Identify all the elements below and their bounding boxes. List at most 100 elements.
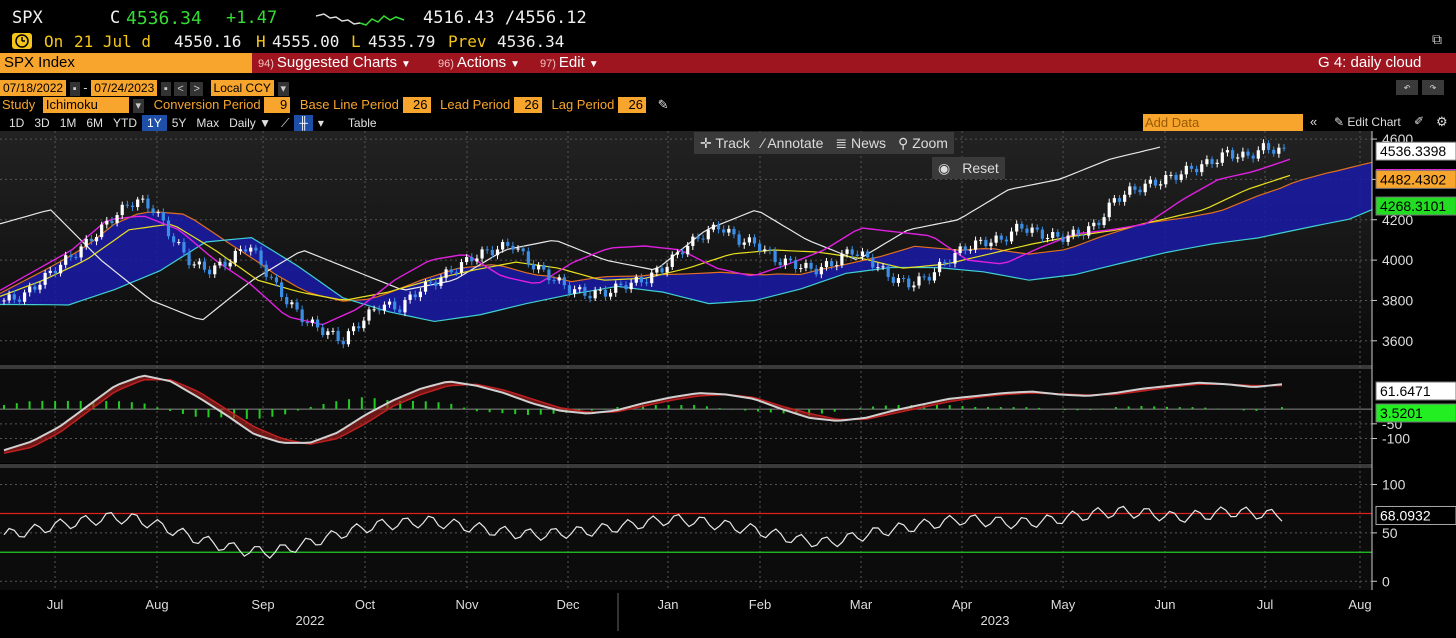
x-tick-label: Aug	[145, 597, 168, 612]
table-button[interactable]: Table	[343, 115, 382, 131]
candle-body	[670, 254, 674, 267]
candle-body	[1015, 223, 1019, 232]
study-select[interactable]: Ichimoku	[42, 97, 129, 113]
candle-body	[1071, 229, 1075, 236]
rsi-last-label: 68.0932	[1380, 507, 1431, 523]
candle-chart-icon[interactable]: ╫	[294, 115, 313, 131]
candle-body	[922, 276, 926, 278]
news-button[interactable]: ≣ News	[829, 135, 892, 151]
chart-area[interactable]: 360038004000420044004600-100-50050100 Ju…	[0, 131, 1456, 638]
redo-icon[interactable]: ↷	[1422, 80, 1444, 95]
x-tick-label: Aug	[1348, 597, 1371, 612]
period-ytd[interactable]: YTD	[108, 115, 142, 131]
line-chart-icon[interactable]: ⟋	[276, 115, 294, 131]
calendar-icon[interactable]: ▪	[69, 82, 80, 96]
candle-body	[794, 260, 798, 269]
add-data-input[interactable]: Add Data	[1143, 114, 1303, 131]
candle-body	[100, 224, 104, 238]
candle-body	[835, 265, 839, 267]
caret-down-icon[interactable]: ▾	[132, 99, 145, 113]
period-1y[interactable]: 1Y	[142, 115, 167, 131]
y-tick-label: 4000	[1382, 252, 1413, 268]
candle-body	[562, 277, 566, 286]
candle-body	[608, 292, 613, 297]
candle-body	[845, 249, 849, 254]
period-3d[interactable]: 3D	[29, 115, 54, 131]
candle-body	[953, 253, 957, 264]
panel-divider[interactable]	[0, 365, 1372, 369]
calendar-icon[interactable]: ▪	[160, 82, 171, 96]
candle-body	[156, 212, 160, 214]
edit-pencil-icon[interactable]: ✐	[1414, 114, 1424, 128]
candle-body	[480, 249, 484, 259]
candle-body	[1277, 147, 1281, 154]
candle-body	[804, 262, 808, 269]
candle-body	[907, 278, 911, 288]
price-change: +1.47	[226, 8, 278, 28]
pencil-icon[interactable]: ✎	[658, 97, 669, 112]
candle-body	[1189, 165, 1194, 169]
start-date-input[interactable]: 07/18/2022	[0, 80, 67, 96]
candle-body	[1128, 186, 1132, 195]
candle-body	[48, 270, 52, 273]
candle-body	[408, 294, 412, 300]
period-1d[interactable]: 1D	[4, 115, 29, 131]
candle-body	[778, 262, 782, 266]
candle-body	[644, 282, 649, 284]
candle-body	[146, 198, 150, 209]
prev-price: 4536.34	[497, 32, 565, 51]
candle-body	[459, 262, 464, 273]
track-button[interactable]: ✛ Track	[694, 135, 756, 151]
candle-body	[737, 234, 741, 245]
candle-body	[1220, 152, 1224, 163]
candle-body	[614, 283, 618, 293]
candle-body	[973, 240, 978, 250]
lead-input[interactable]: 26	[513, 97, 542, 113]
edit-chart-button[interactable]: ✎ Edit Chart	[1334, 115, 1401, 129]
chart-type-caret-icon[interactable]: ▾	[313, 115, 329, 131]
period-5y[interactable]: 5Y	[167, 115, 192, 131]
candle-body	[115, 215, 119, 224]
ticker-symbol[interactable]: SPX	[12, 8, 43, 28]
base-input[interactable]: 26	[402, 97, 431, 113]
period-max[interactable]: Max	[191, 115, 224, 131]
candle-body	[680, 252, 685, 255]
settings-gear-icon[interactable]: ⚙	[1436, 114, 1448, 130]
candle-body	[1138, 189, 1142, 193]
candle-body	[331, 330, 335, 332]
suggested-charts-menu[interactable]: 94) Suggested Charts ▼	[258, 53, 411, 73]
annotate-button[interactable]: ∕ Annotate	[756, 135, 830, 151]
candle-body	[223, 261, 227, 267]
panel-divider[interactable]	[0, 464, 1372, 468]
collapse-icon[interactable]: «	[1310, 114, 1317, 129]
x-tick-label: Apr	[952, 597, 973, 612]
candle-body	[1112, 198, 1116, 203]
currency-select[interactable]: Local CCY	[210, 80, 274, 96]
reset-button[interactable]: ◉ Reset	[932, 157, 1005, 179]
low-price: 4535.79	[368, 32, 436, 51]
actions-menu[interactable]: 96) Actions ▼	[438, 53, 520, 73]
candle-body	[393, 301, 397, 310]
rsi-y-tick-label: 100	[1382, 477, 1406, 493]
prev-period-icon[interactable]: <	[174, 82, 187, 96]
conversion-input[interactable]: 9	[264, 97, 291, 113]
next-period-icon[interactable]: >	[190, 82, 203, 96]
zoom-button[interactable]: ⚲ Zoom	[892, 135, 954, 151]
period-6m[interactable]: 6M	[81, 115, 108, 131]
candle-body	[655, 268, 659, 273]
lag-input[interactable]: 26	[618, 97, 647, 113]
candle-body	[418, 291, 422, 298]
cloud-bottom-label: 4268.3101	[1380, 198, 1446, 214]
popout-icon[interactable]: ⧉	[1432, 32, 1442, 48]
prev-label: Prev	[448, 32, 487, 51]
undo-icon[interactable]: ↶	[1396, 80, 1418, 95]
frequency-select[interactable]: Daily ▼	[224, 115, 276, 131]
x-tick-label: May	[1051, 597, 1076, 612]
edit-menu[interactable]: 97) Edit ▼	[540, 53, 599, 73]
end-date-input[interactable]: 07/24/2023	[91, 80, 158, 96]
caret-down-icon[interactable]: ▾	[277, 82, 290, 96]
security-field[interactable]: SPX Index	[0, 53, 252, 73]
candle-body	[1009, 231, 1014, 242]
period-1m[interactable]: 1M	[55, 115, 82, 131]
candle-body	[1256, 150, 1260, 159]
